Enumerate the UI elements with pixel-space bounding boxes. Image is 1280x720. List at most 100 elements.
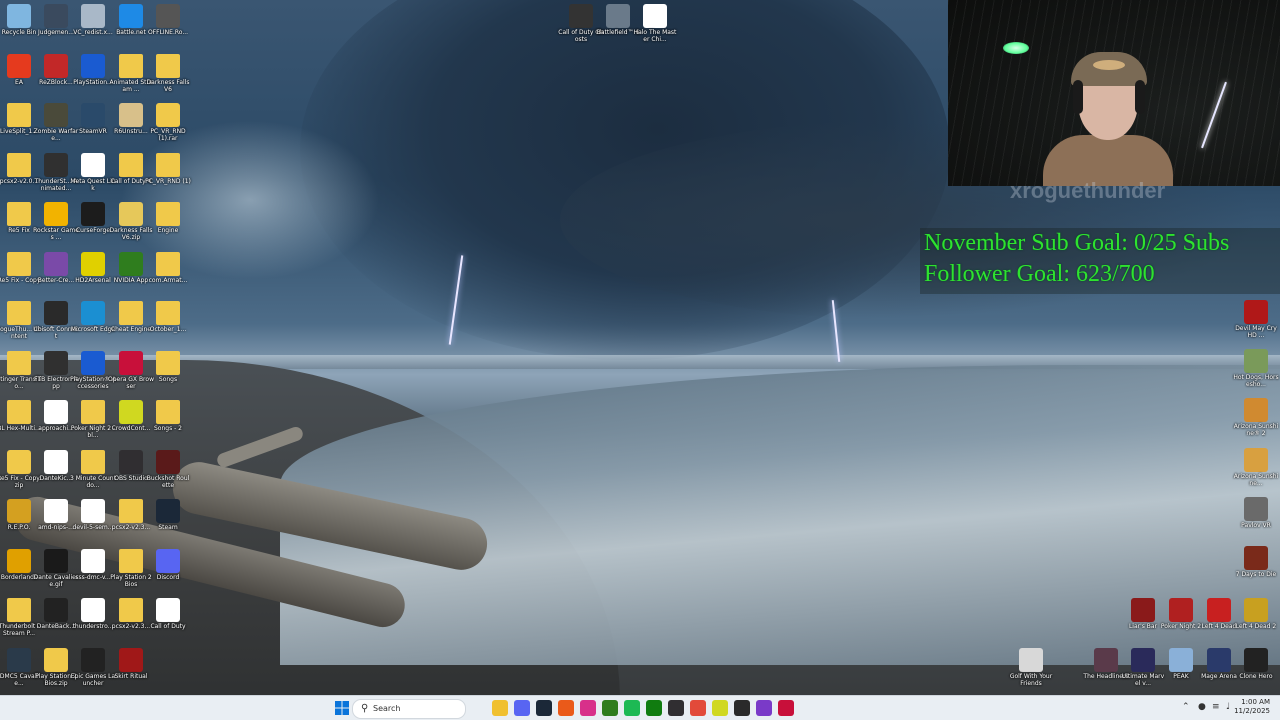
app-icon — [44, 251, 68, 276]
folder-icon — [7, 251, 31, 276]
desktop-shortcut[interactable]: Steam — [145, 499, 191, 531]
archive-icon — [156, 103, 180, 127]
desktop-shortcut[interactable]: Darkness Falls V6 — [145, 53, 191, 93]
app-icon[interactable] — [712, 700, 728, 716]
folder-icon — [156, 400, 180, 424]
desktop-shortcut[interactable]: Discord — [145, 548, 191, 581]
desktop-shortcut-label: 7 Days to Die — [1235, 571, 1277, 578]
desktop-shortcut[interactable]: 7 Days to Die — [1233, 546, 1279, 578]
chevron-up-icon[interactable]: ⌃ — [1182, 702, 1190, 712]
discord-icon — [156, 548, 180, 573]
desktop-shortcut-label: PC_VR_RND (1).rar — [150, 128, 186, 142]
meta-icon — [81, 152, 105, 177]
desktop-shortcut[interactable]: Call of Duty — [145, 598, 191, 630]
discord-icon[interactable] — [514, 700, 530, 716]
desktop-shortcut[interactable]: Skirt Ritual — [108, 647, 154, 680]
app-icon[interactable] — [734, 700, 750, 716]
game-icon — [1244, 349, 1268, 373]
rockstar-icon — [44, 202, 68, 226]
game-icon — [1094, 648, 1118, 672]
folder-icon — [7, 152, 31, 177]
desktop-shortcut-label: Hot Dogs, Horsesho... — [1233, 374, 1279, 388]
desktop-shortcut-label: Songs - 2 — [153, 425, 182, 432]
folder-icon — [119, 301, 143, 325]
folder-icon — [81, 400, 105, 424]
game-icon — [1244, 398, 1268, 422]
microphone-icon[interactable]: ● — [1198, 702, 1206, 712]
xbox-icon[interactable] — [646, 700, 662, 716]
cod-ghosts-icon — [569, 4, 593, 28]
app-icon — [119, 103, 143, 127]
desktop-shortcut[interactable]: Songs — [145, 350, 191, 383]
desktop-shortcut[interactable]: OFFLINE.Ro... — [145, 4, 191, 36]
ftb-icon — [44, 350, 68, 375]
folder-icon — [119, 53, 143, 78]
nvidia-icon[interactable] — [602, 700, 618, 716]
game-icon — [1244, 546, 1268, 570]
app-icon[interactable] — [778, 700, 794, 716]
volume-icon[interactable]: ♩ — [1226, 702, 1230, 712]
folder-icon — [7, 202, 31, 226]
desktop-shortcut[interactable]: Clone Hero — [1233, 648, 1279, 680]
desktop-shortcut[interactable]: Engine — [145, 202, 191, 234]
folder-icon — [156, 301, 180, 325]
app-icon[interactable] — [558, 700, 574, 716]
search-icon: ⚲ — [361, 703, 369, 714]
ea-icon — [7, 53, 31, 78]
desktop-shortcut[interactable]: Arizona Sunshine® 2 — [1233, 398, 1279, 437]
folder-icon — [156, 53, 180, 78]
app-icon[interactable] — [580, 700, 596, 716]
desktop-shortcut[interactable]: Golf With Your Friends — [1008, 648, 1054, 687]
desktop-shortcut[interactable]: Halo The Master Chi... — [632, 4, 678, 43]
desktop-shortcut[interactable]: October_1... — [145, 301, 191, 333]
network-icon[interactable]: ≡ — [1212, 702, 1220, 712]
start-button[interactable] — [334, 700, 350, 716]
taskbar-search-box[interactable]: ⚲ Search — [352, 699, 466, 719]
video-icon — [44, 400, 68, 424]
video-icon — [81, 598, 105, 622]
desktop-shortcut[interactable]: Songs - 2 — [145, 400, 191, 432]
desktop-shortcut[interactable]: Hot Dogs, Horsesho... — [1233, 349, 1279, 388]
obs-icon — [119, 449, 143, 474]
desktop-shortcut[interactable]: Arizona Sunshine... — [1233, 448, 1279, 487]
folder-icon — [119, 499, 143, 523]
game-icon — [119, 647, 143, 672]
battlenet-icon — [119, 4, 143, 28]
file-explorer-icon[interactable] — [492, 700, 508, 716]
folder-icon — [7, 301, 31, 325]
desktop-shortcut[interactable]: Pavlov VR — [1233, 497, 1279, 529]
desktop-shortcut-label: Songs — [158, 375, 178, 383]
desktop-shortcut-label: PC_VR_RND (1) — [145, 177, 191, 185]
desktop-shortcut[interactable]: Devil May Cry HD ... — [1233, 300, 1279, 339]
obs-icon[interactable] — [668, 700, 684, 716]
headset-icon — [1073, 80, 1083, 114]
archive-icon — [7, 449, 31, 474]
archive-icon — [119, 202, 143, 226]
folder-icon — [119, 548, 143, 573]
search-placeholder: Search — [373, 704, 401, 713]
desktop-shortcut[interactable]: Buckshot Roulette — [145, 449, 191, 489]
desktop-shortcut[interactable]: Left 4 Dead 2 — [1233, 598, 1279, 630]
streamer — [1043, 40, 1173, 186]
recycle-bin-icon — [7, 4, 31, 28]
game-icon — [156, 4, 180, 28]
desktop-shortcut[interactable]: com.Armat... — [145, 251, 191, 284]
cap-logo — [1093, 60, 1125, 70]
folder-icon — [156, 202, 180, 226]
game-icon — [1131, 598, 1155, 622]
desktop-shortcut-label: Halo The Master Chi... — [633, 29, 677, 43]
chrome-icon[interactable] — [690, 700, 706, 716]
steam-icon[interactable] — [536, 700, 552, 716]
taskbar-clock[interactable]: 1:00 AM 11/2/2025 — [1234, 698, 1270, 716]
desktop-shortcut-label: Call of Duty — [150, 623, 186, 630]
desktop-shortcut-label: Arizona Sunshine... — [1233, 473, 1279, 487]
app-icon[interactable] — [756, 700, 772, 716]
folder-icon — [7, 350, 31, 375]
desktop-shortcut-label: Devil May Cry HD ... — [1235, 325, 1277, 339]
spotify-icon[interactable] — [624, 700, 640, 716]
desktop-shortcut[interactable]: PC_VR_RND (1).rar — [145, 103, 191, 142]
zombie-icon — [44, 103, 68, 127]
webcam-overlay — [948, 0, 1280, 186]
desktop-shortcut-label: Skirt Ritual — [114, 672, 148, 680]
desktop-shortcut[interactable]: PC_VR_RND (1) — [145, 152, 191, 185]
